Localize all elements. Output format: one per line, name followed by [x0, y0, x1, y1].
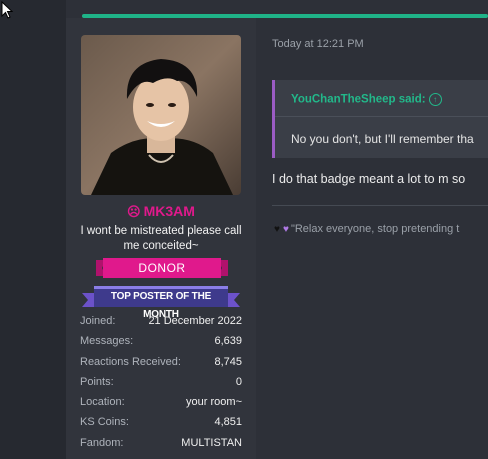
- stat-label: Messages:: [80, 335, 134, 348]
- black-heart-icon: ♥: [274, 224, 280, 235]
- stat-label: Joined:: [80, 315, 116, 327]
- page-left-gutter: [0, 0, 66, 459]
- purple-heart-icon: ♥: [283, 224, 289, 235]
- stat-row-joined: Joined: 21 December 2022: [80, 311, 242, 331]
- stat-value[interactable]: your room~: [186, 392, 242, 412]
- top-poster-banner: TOP POSTER OF THE MONTH: [110, 291, 212, 320]
- stat-label: Reactions Received:: [80, 355, 181, 368]
- stat-value[interactable]: 6,639: [214, 331, 242, 351]
- stat-row-ks-coins: KS Coins: 4,851: [80, 412, 242, 432]
- stat-label: Location:: [80, 396, 125, 409]
- stat-row-fandom: Fandom: MULTISTAN: [80, 433, 242, 453]
- stat-value: 8,745: [214, 355, 242, 368]
- stat-label: Points:: [80, 375, 114, 388]
- quote-author: YouChanTheSheep said:: [291, 93, 426, 106]
- quote-block: YouChanTheSheep said: ↑ No you don't, but…: [272, 80, 488, 158]
- post-timestamp[interactable]: Today at 12:21 PM: [272, 38, 364, 50]
- signature: ♥ ♥ "Relax everyone, stop pretending t: [274, 223, 459, 235]
- stat-value: 4,851: [214, 416, 242, 429]
- donor-banner: DONOR: [138, 261, 186, 275]
- user-title: I wont be mistreated please call me conc…: [80, 225, 242, 252]
- user-stats: Joined: 21 December 2022 Messages: 6,639…: [80, 311, 242, 453]
- stat-label: Fandom:: [80, 436, 124, 449]
- stat-row-location: Location: your room~: [80, 392, 242, 412]
- mouse-cursor-icon: [1, 1, 14, 19]
- quote-divider: [275, 116, 488, 117]
- stat-value: MULTISTAN: [181, 436, 242, 449]
- post-body-text: I do that badge meant a lot to m so: [272, 172, 466, 186]
- arrow-up-circle-icon[interactable]: ↑: [428, 93, 442, 106]
- username-text: MK3AM: [143, 203, 195, 219]
- quote-body: No you don't, but I'll remember tha: [291, 132, 474, 146]
- stat-value: 0: [235, 375, 242, 388]
- stat-value: 21 December 2022: [148, 315, 242, 327]
- stat-row-points: Points: 0: [80, 372, 242, 392]
- stat-row-messages: Messages: 6,639: [80, 331, 242, 351]
- signature-divider: [272, 205, 488, 206]
- quote-author-link[interactable]: YouChanTheSheep said: ↑: [291, 93, 442, 106]
- user-avatar[interactable]: [81, 35, 241, 195]
- frown-emoji-icon: ☹: [127, 204, 141, 219]
- stat-label: KS Coins:: [80, 416, 129, 429]
- signature-text: "Relax everyone, stop pretending t: [290, 223, 460, 235]
- username[interactable]: ☹ MK3AM: [81, 203, 241, 220]
- stat-row-reactions: Reactions Received: 8,745: [80, 352, 242, 372]
